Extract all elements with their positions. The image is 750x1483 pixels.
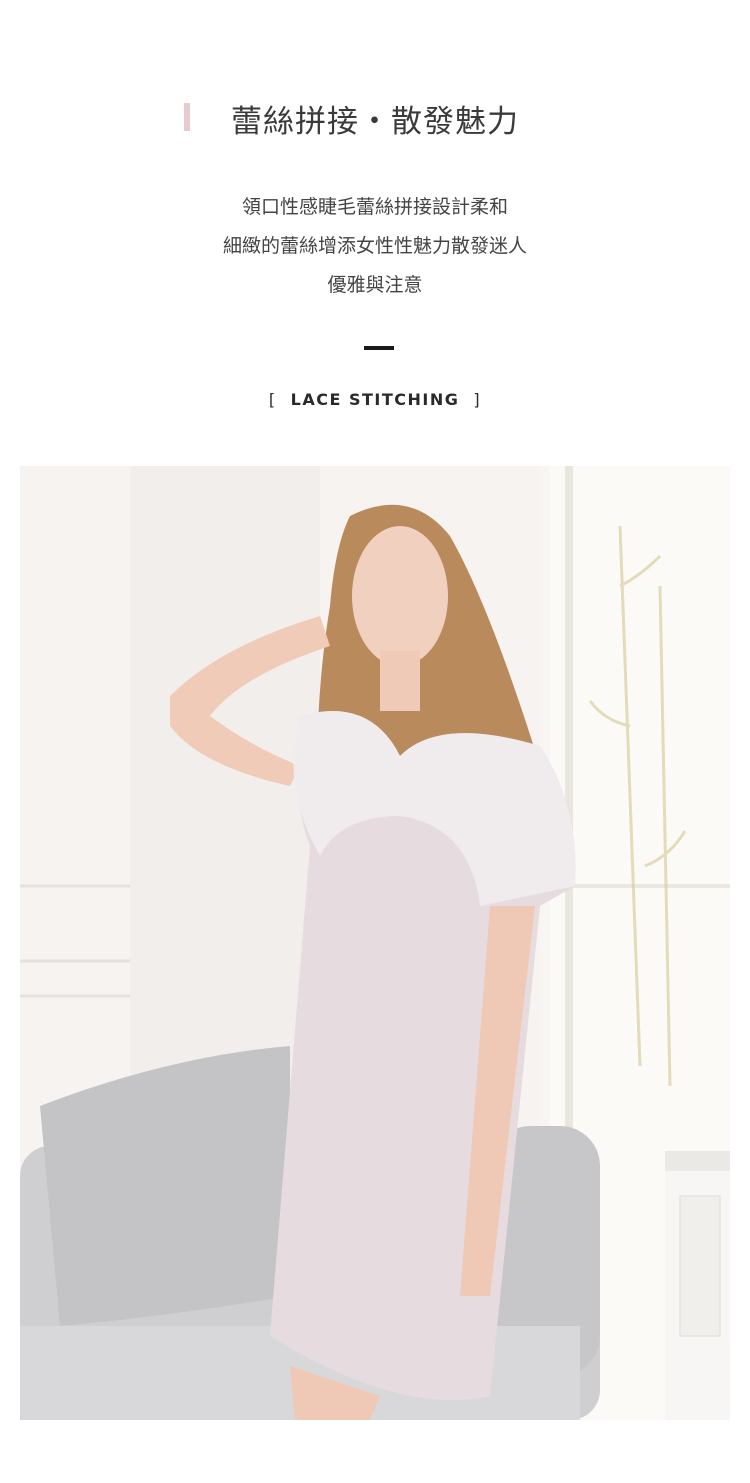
section-title: 蕾絲拼接・散發魅力 (231, 104, 519, 140)
description-line-2: 細緻的蕾絲增添女性性魅力散發迷人 (222, 235, 527, 257)
product-photo (20, 466, 730, 1420)
model-face (352, 526, 448, 666)
subtitle-close-bracket: ] (473, 390, 482, 409)
subtitle-text: LACE STITCHING (290, 390, 460, 409)
section-description: 領口性感睫毛蕾絲拼接設計柔和 細緻的蕾絲增添女性性魅力散發迷人 優雅與注意 (0, 188, 750, 305)
product-photo-illustration (20, 466, 730, 1420)
description-line-1: 領口性感睫毛蕾絲拼接設計柔和 (241, 196, 508, 218)
side-table (665, 1151, 730, 1420)
description-line-3: 優雅與注意 (327, 274, 423, 296)
section-divider (364, 346, 394, 350)
subtitle-open-bracket: [ (268, 390, 277, 409)
section-subtitle: [ LACE STITCHING] (0, 390, 750, 409)
